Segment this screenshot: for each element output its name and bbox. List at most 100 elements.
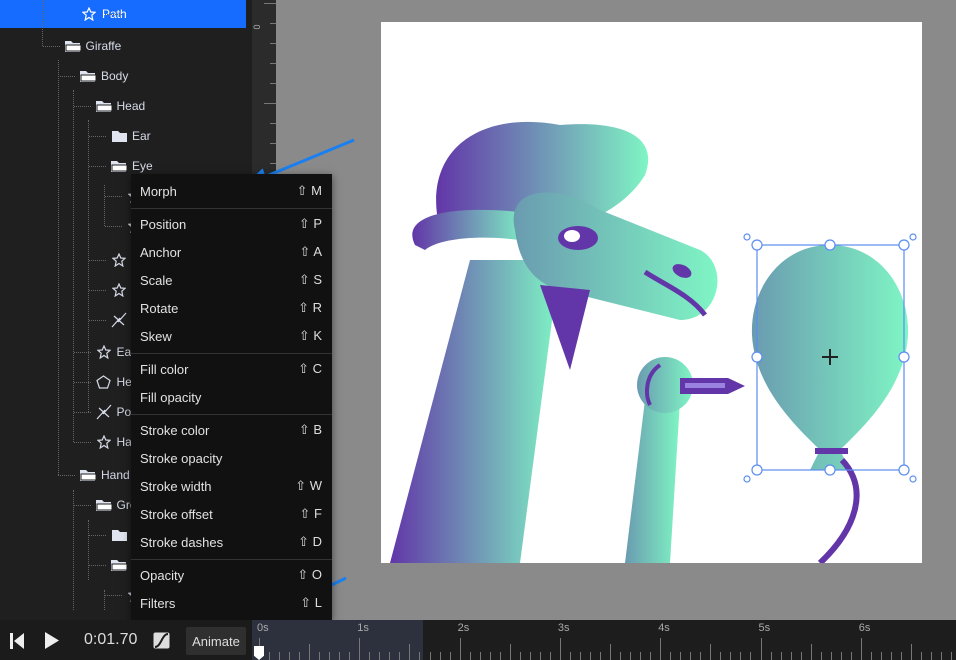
timeline-tick bbox=[369, 652, 371, 660]
menu-item-label: Opacity bbox=[140, 567, 185, 583]
tree-connector bbox=[73, 106, 91, 107]
animate-button[interactable]: Animate bbox=[186, 627, 246, 655]
skip-to-start-icon[interactable] bbox=[10, 633, 24, 649]
timeline-tick bbox=[750, 652, 752, 660]
folder-open-icon bbox=[110, 558, 128, 572]
artboard-canvas[interactable] bbox=[381, 22, 922, 563]
tree-connector bbox=[58, 60, 59, 475]
menu-item-label: Stroke width bbox=[140, 478, 212, 494]
menu-item-stroke-offset[interactable]: Stroke offset ⇧ F bbox=[131, 500, 332, 528]
menu-item-shortcut: ⇧ B bbox=[298, 422, 322, 437]
tree-connector bbox=[73, 412, 91, 413]
timeline-tick bbox=[509, 644, 511, 660]
menu-item-stroke-dashes[interactable]: Stroke dashes ⇧ D bbox=[131, 528, 332, 556]
tree-connector bbox=[89, 260, 106, 261]
tree-connector bbox=[58, 76, 75, 77]
timeline-tick bbox=[941, 652, 943, 660]
tree-connector bbox=[104, 590, 105, 610]
menu-item-rotate[interactable]: Rotate ⇧ R bbox=[131, 294, 332, 322]
timeline-label: 6s bbox=[858, 622, 871, 634]
menu-item-shortcut: ⇧ D bbox=[298, 534, 322, 549]
menu-item-label: Scale bbox=[140, 272, 173, 288]
menu-item-anchor[interactable]: Anchor ⇧ A bbox=[131, 238, 332, 266]
layer-row[interactable]: Head bbox=[0, 91, 246, 121]
timeline-tick bbox=[399, 652, 401, 660]
folder-open-icon bbox=[64, 39, 82, 53]
timeline-tick bbox=[519, 652, 521, 660]
folder-icon bbox=[110, 528, 128, 542]
menu-item-label: Filters bbox=[140, 595, 176, 611]
menu-item-stroke-width[interactable]: Stroke width ⇧ W bbox=[131, 472, 332, 500]
menu-item-skew[interactable]: Skew ⇧ K bbox=[131, 322, 332, 350]
menu-item-scale[interactable]: Scale ⇧ S bbox=[131, 266, 332, 294]
menu-item-stroke-opacity[interactable]: Stroke opacity bbox=[131, 444, 332, 472]
timeline-tick bbox=[680, 652, 682, 660]
easing-curve-icon[interactable] bbox=[153, 632, 170, 649]
tree-connector bbox=[104, 226, 122, 227]
tree-connector bbox=[89, 290, 106, 291]
star-icon bbox=[80, 6, 98, 21]
menu-item-stroke-color[interactable]: Stroke color ⇧ B bbox=[131, 416, 332, 444]
menu-item-label: Anchor bbox=[140, 244, 182, 260]
layer-row[interactable]: Giraffe bbox=[0, 31, 246, 61]
timeline-tick bbox=[289, 652, 291, 660]
tree-connector bbox=[104, 595, 122, 596]
menu-item-label: Morph bbox=[140, 183, 177, 199]
folder-open-icon bbox=[110, 159, 128, 173]
menu-item-shortcut: ⇧ M bbox=[296, 183, 322, 198]
timeline-tick bbox=[479, 652, 481, 660]
menu-item-fill-opacity[interactable]: Fill opacity bbox=[131, 383, 332, 411]
timeline-tick bbox=[339, 652, 341, 660]
timeline-tick bbox=[549, 652, 551, 660]
layer-label: Ear bbox=[132, 129, 151, 143]
timeline-tick bbox=[469, 652, 471, 660]
tree-connector bbox=[104, 185, 105, 226]
tree-connector bbox=[42, 46, 60, 47]
layer-label: Eye bbox=[132, 159, 153, 173]
timeline-tick bbox=[419, 652, 421, 660]
timeline-tick bbox=[740, 652, 742, 660]
layer-row[interactable]: Ear bbox=[0, 121, 246, 151]
folder-icon bbox=[110, 129, 128, 143]
layer-row[interactable]: Path bbox=[0, 0, 246, 28]
timeline-tick bbox=[710, 644, 712, 660]
menu-separator bbox=[131, 414, 332, 415]
timeline-tick bbox=[459, 638, 461, 660]
tree-connector bbox=[89, 136, 106, 137]
menu-item-label: Fill opacity bbox=[140, 389, 202, 405]
menu-item-label: Stroke color bbox=[140, 422, 210, 438]
timeline-tick bbox=[349, 652, 351, 660]
play-icon[interactable] bbox=[45, 632, 59, 649]
timeline-tick bbox=[910, 644, 912, 660]
timeline-tick bbox=[660, 638, 662, 660]
timeline-ruler[interactable]: 0s1s2s3s4s5s6s7 bbox=[252, 620, 956, 660]
tree-connector bbox=[73, 442, 91, 443]
timeline-tick bbox=[569, 652, 571, 660]
menu-item-fill-color[interactable]: Fill color ⇧ C bbox=[131, 355, 332, 383]
timeline-tick bbox=[920, 652, 922, 660]
giraffe-illustration bbox=[390, 121, 917, 563]
layer-label: Po bbox=[116, 405, 132, 419]
timeline-tick bbox=[800, 652, 802, 660]
timeline-tick bbox=[329, 652, 331, 660]
menu-item-opacity[interactable]: Opacity ⇧ O bbox=[131, 561, 332, 589]
timeline-label: 1s bbox=[357, 622, 369, 634]
timeline-tick bbox=[810, 644, 812, 660]
timeline-label: 0s bbox=[257, 622, 269, 634]
tree-connector bbox=[88, 120, 89, 412]
timeline-tick bbox=[850, 652, 852, 660]
tree-connector bbox=[73, 505, 91, 506]
layer-row[interactable]: Body bbox=[0, 61, 246, 91]
menu-item-filters[interactable]: Filters ⇧ L bbox=[131, 589, 332, 617]
menu-item-label: Fill color bbox=[140, 361, 189, 377]
menu-item-label: Stroke opacity bbox=[140, 450, 223, 466]
timeline-label: 3s bbox=[557, 622, 570, 634]
ruler-tick bbox=[270, 143, 276, 144]
menu-item-label: Rotate bbox=[140, 300, 179, 316]
menu-item-shortcut: ⇧ O bbox=[297, 567, 322, 582]
timeline-tick bbox=[579, 652, 581, 660]
timeline-tick bbox=[690, 652, 692, 660]
timeline-tick bbox=[389, 652, 391, 660]
menu-item-morph[interactable]: Morph ⇧ M bbox=[131, 177, 332, 205]
menu-item-position[interactable]: Position ⇧ P bbox=[131, 210, 332, 238]
